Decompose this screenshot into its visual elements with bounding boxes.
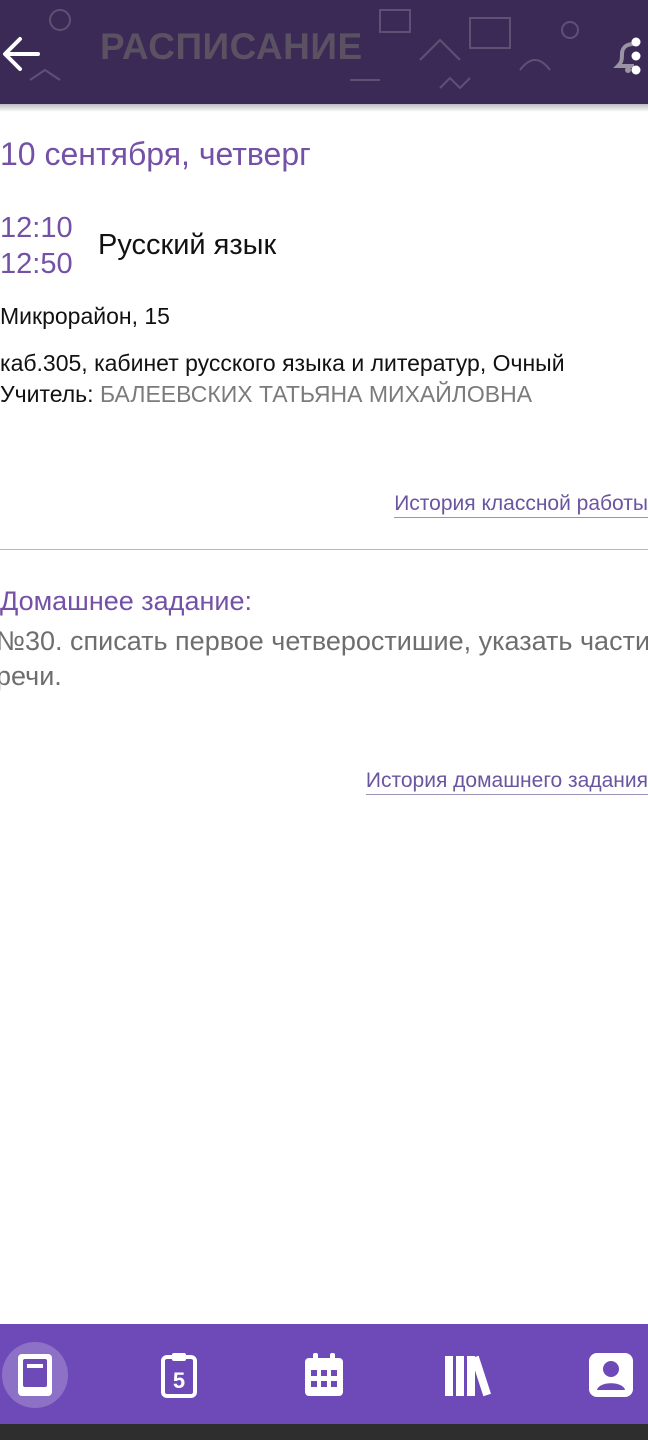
lesson-date: 10 сентября, четверг <box>0 136 311 172</box>
nav-grades[interactable]: 5 <box>146 1342 212 1408</box>
back-button[interactable] <box>0 28 44 80</box>
homework-history-link[interactable]: История домашнего задания <box>365 769 648 795</box>
lesson-time-end: 12:50 <box>0 248 73 280</box>
classwork-history-link[interactable]: История классной работы <box>394 492 648 518</box>
lesson-time-start: 12:10 <box>0 212 73 244</box>
nav-profile[interactable] <box>578 1342 644 1408</box>
nav-library[interactable] <box>434 1342 500 1408</box>
system-nav-strip <box>0 1424 648 1440</box>
homework-text: №30. списать первое четверостишие, указа… <box>0 626 648 691</box>
grade-five-icon: 5 <box>161 1353 197 1398</box>
page-title: РАСПИСАНИЕ <box>100 26 363 67</box>
app-bar: РАСПИСАНИЕ <box>0 0 648 104</box>
svg-text:5: 5 <box>173 1368 185 1393</box>
more-options-button[interactable] <box>628 36 644 76</box>
diary-icon <box>18 1354 52 1396</box>
lesson-teacher: Учитель: БАЛЕЕВСКИХ ТАТЬЯНА МИХАЙЛОВНА <box>0 381 532 408</box>
more-vert-icon <box>631 37 641 75</box>
section-divider <box>0 549 648 550</box>
calendar-icon <box>305 1353 343 1396</box>
nav-diary[interactable] <box>2 1342 68 1408</box>
arrow-left-icon <box>3 37 40 71</box>
teacher-name: БАЛЕЕВСКИХ ТАТЬЯНА МИХАЙЛОВНА <box>99 381 533 407</box>
library-icon <box>445 1355 491 1397</box>
appbar-shadow <box>0 104 648 112</box>
nav-schedule[interactable] <box>291 1342 357 1408</box>
profile-icon <box>589 1353 633 1397</box>
lesson-room: каб.305, кабинет русского языка и литера… <box>0 350 565 376</box>
bottom-navigation: 5 <box>0 1324 648 1424</box>
lesson-subject: Русский язык <box>98 229 277 261</box>
homework-title: Домашнее задание: <box>0 586 252 616</box>
teacher-label: Учитель: <box>0 381 94 407</box>
schedule-screen: РАСПИСАНИЕ 10 сентября, четверг 12:10 12… <box>0 0 648 1440</box>
lesson-address: Микрорайон, 15 <box>0 303 170 329</box>
